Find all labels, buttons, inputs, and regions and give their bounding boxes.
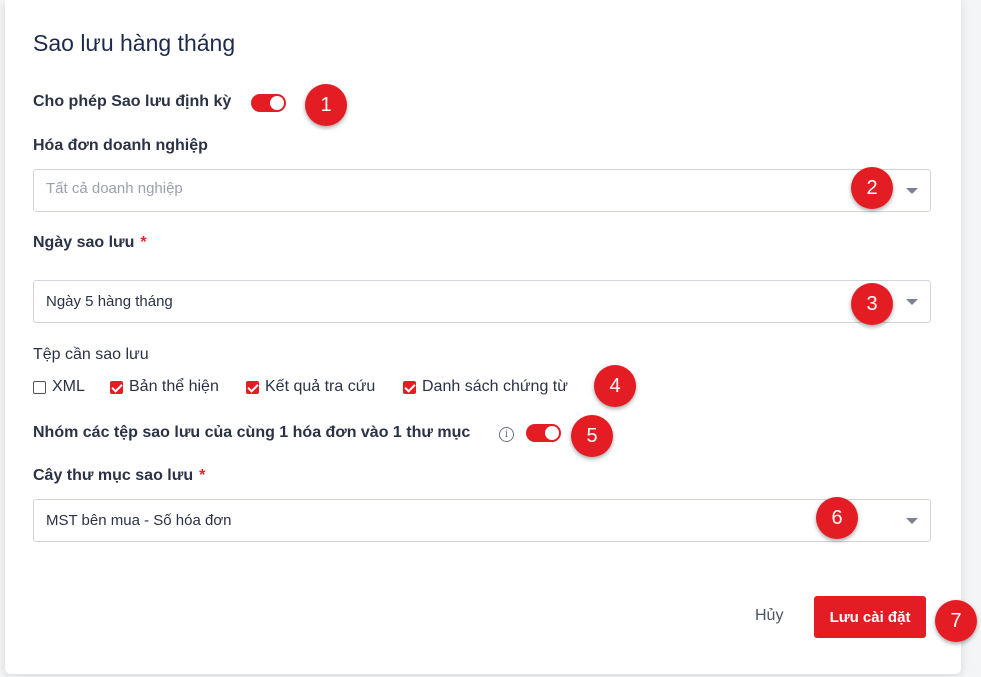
backup-day-select[interactable]: Ngày 5 hàng tháng	[33, 280, 931, 323]
group-files-label: Nhóm các tệp sao lưu của cùng 1 hóa đơn …	[33, 424, 471, 441]
backup-settings-dialog: Sao lưu hàng tháng Cho phép Sao lưu định…	[5, 0, 961, 674]
chevron-down-icon	[906, 188, 918, 194]
chevron-down-icon	[906, 518, 918, 524]
checkbox-box[interactable]	[246, 380, 259, 394]
folder-tree-select[interactable]: MST bên mua - Số hóa đơn	[33, 499, 931, 542]
chevron-down-icon	[906, 299, 918, 305]
annotation-badge-7: 7	[935, 600, 977, 642]
backup-day-label: Ngày sao lưu *	[33, 234, 147, 252]
toggle-knob	[270, 96, 284, 110]
folder-tree-label-text: Cây thư mục sao lưu	[33, 467, 194, 484]
toggle-knob	[545, 426, 559, 440]
checkbox-xml[interactable]: XML	[33, 378, 85, 396]
folder-tree-value: MST bên mua - Số hóa đơn	[46, 512, 232, 529]
annotation-badge-4: 4	[594, 365, 636, 407]
enable-backup-toggle[interactable]	[251, 94, 286, 112]
annotation-badge-2: 2	[851, 167, 893, 209]
save-settings-button[interactable]: Lưu cài đặt	[814, 596, 926, 638]
checkbox-box[interactable]	[403, 380, 416, 394]
folder-tree-label: Cây thư mục sao lưu *	[33, 467, 205, 485]
info-circle-icon[interactable]: i	[499, 427, 514, 442]
required-mark: *	[199, 467, 206, 484]
invoice-company-select[interactable]: Tất cả doanh nghiệp	[33, 169, 931, 212]
checkbox-box[interactable]	[33, 380, 46, 394]
backup-day-label-text: Ngày sao lưu	[33, 234, 135, 251]
checkbox-ban-the-hien[interactable]: Bản thể hiện	[110, 378, 219, 396]
group-files-toggle[interactable]	[526, 424, 561, 442]
dialog-title: Sao lưu hàng tháng	[33, 30, 236, 56]
checkbox-label: Kết quả tra cứu	[265, 378, 376, 395]
annotation-badge-6: 6	[816, 497, 858, 539]
checkbox-label: Bản thể hiện	[129, 378, 219, 395]
files-label: Tệp cần sao lưu	[33, 346, 149, 363]
checkbox-label: Danh sách chứng từ	[422, 378, 568, 395]
cancel-button[interactable]: Hủy	[755, 607, 783, 625]
invoice-company-placeholder: Tất cả doanh nghiệp	[46, 180, 183, 197]
checkbox-label: XML	[52, 378, 85, 395]
checkbox-danh-sach-chung-tu[interactable]: Danh sách chứng từ	[403, 378, 568, 396]
required-mark: *	[140, 234, 147, 251]
enable-backup-label: Cho phép Sao lưu định kỳ	[33, 93, 232, 110]
checkbox-box[interactable]	[110, 380, 123, 394]
checkbox-ket-qua-tra-cuu[interactable]: Kết quả tra cứu	[246, 378, 375, 396]
annotation-badge-1: 1	[305, 84, 347, 126]
annotation-badge-5: 5	[571, 415, 613, 457]
backup-day-value: Ngày 5 hàng tháng	[46, 293, 173, 310]
annotation-badge-3: 3	[851, 283, 893, 325]
invoice-company-label: Hóa đơn doanh nghiệp	[33, 137, 208, 154]
